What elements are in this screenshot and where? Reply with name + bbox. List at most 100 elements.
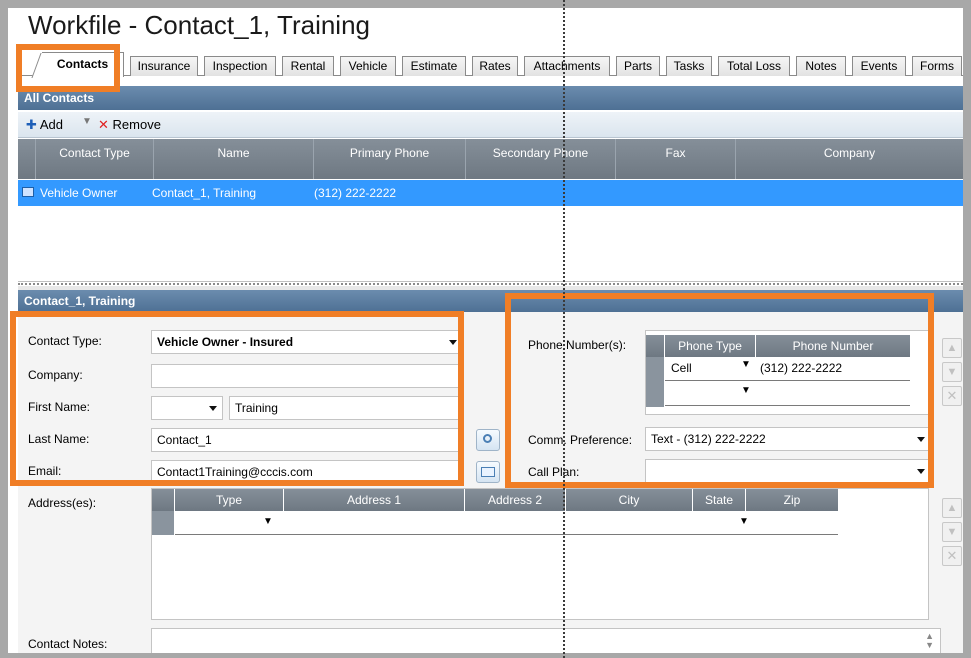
company-input[interactable] — [151, 364, 463, 388]
tab-events[interactable]: Events — [852, 56, 906, 76]
row-selector-header — [18, 139, 36, 179]
delete-icon[interactable]: ✕ — [942, 386, 962, 406]
company-label: Company: — [28, 368, 83, 382]
first-name-input[interactable]: Training — [229, 396, 463, 420]
move-down-icon[interactable]: ▼ — [942, 522, 962, 542]
vertical-guide-line — [563, 0, 565, 658]
comm-preference-select[interactable]: Text - (312) 222-2222 — [645, 427, 931, 451]
move-up-icon[interactable]: ▲ — [942, 338, 962, 358]
col-contact-type[interactable]: Contact Type — [36, 139, 154, 179]
col-address-type[interactable]: Type — [175, 489, 283, 511]
col-zip[interactable]: Zip — [746, 489, 838, 511]
state-dropdown-icon[interactable]: ▼ — [739, 516, 749, 527]
phone-numbers-label: Phone Number(s): — [528, 338, 627, 352]
tab-total-loss[interactable]: Total Loss — [718, 56, 790, 76]
address-row[interactable]: ▼ ▼ — [175, 511, 838, 535]
comm-preference-value: Text - (312) 222-2222 — [651, 432, 766, 446]
tab-rental[interactable]: Rental — [282, 56, 334, 76]
phone-grid: Phone Type Phone Number Cell ▼ (312) 222… — [645, 330, 931, 415]
table-row[interactable]: Vehicle Owner Contact_1, Training (312) … — [18, 180, 963, 206]
email-input[interactable]: Contact1Training@cccis.com — [151, 460, 463, 484]
col-address-1[interactable]: Address 1 — [284, 489, 464, 511]
phone-row[interactable]: ▼ — [665, 382, 910, 406]
col-primary-phone[interactable]: Primary Phone — [314, 139, 466, 179]
cell-name: Contact_1, Training — [152, 186, 257, 200]
contacts-grid-header: Contact Type Name Primary Phone Secondar… — [18, 139, 963, 179]
tab-rates[interactable]: Rates — [472, 56, 518, 76]
tab-attachments[interactable]: Attachments — [524, 56, 610, 76]
search-button[interactable] — [476, 429, 500, 451]
phone-type-value: Cell — [671, 361, 692, 375]
address-row-selector-header — [152, 489, 174, 511]
tab-bar: Contacts Insurance Inspection Rental Veh… — [18, 52, 963, 77]
contact-type-select[interactable]: Vehicle Owner - Insured — [151, 330, 463, 354]
first-name-label: First Name: — [28, 400, 91, 414]
col-address-2[interactable]: Address 2 — [465, 489, 565, 511]
col-name[interactable]: Name — [154, 139, 314, 179]
add-icon: ✚ — [26, 117, 37, 132]
call-plan-label: Call Plan: — [528, 465, 580, 479]
col-secondary-phone[interactable]: Secondary Phone — [466, 139, 616, 179]
tab-inspection[interactable]: Inspection — [204, 56, 276, 76]
contact-card-icon — [22, 187, 34, 197]
phone-type-dropdown-icon[interactable]: ▼ — [741, 359, 751, 370]
move-up-icon[interactable]: ▲ — [942, 498, 962, 518]
contact-detail-form: Contact Type: Vehicle Owner - Insured Co… — [18, 312, 963, 653]
tab-vehicle[interactable]: Vehicle — [340, 56, 396, 76]
chevron-down-icon — [209, 406, 217, 411]
tab-contacts-label: Contacts — [56, 57, 109, 71]
address-type-dropdown-icon[interactable]: ▼ — [263, 516, 273, 527]
all-contacts-header: All Contacts — [18, 86, 963, 110]
chevron-down-icon — [917, 469, 925, 474]
col-fax[interactable]: Fax — [616, 139, 736, 179]
tab-contacts[interactable]: Contacts — [42, 52, 124, 77]
delete-icon[interactable]: ✕ — [942, 546, 962, 566]
add-button[interactable]: ✚ Add — [26, 117, 63, 133]
col-phone-type[interactable]: Phone Type — [665, 335, 755, 357]
phone-row[interactable]: Cell ▼ (312) 222-2222 — [665, 357, 910, 381]
chevron-down-icon — [917, 437, 925, 442]
address-grid: Type Address 1 Address 2 City State Zip … — [151, 488, 929, 620]
comm-preference-label: Comm. Preference: — [528, 433, 633, 447]
contact-notes-label: Contact Notes: — [28, 637, 108, 651]
tab-forms[interactable]: Forms — [912, 56, 962, 76]
tab-notes[interactable]: Notes — [796, 56, 846, 76]
email-label: Email: — [28, 464, 62, 478]
col-city[interactable]: City — [566, 489, 692, 511]
tab-parts[interactable]: Parts — [616, 56, 660, 76]
splitter-guide — [18, 283, 963, 285]
col-state[interactable]: State — [693, 489, 745, 511]
remove-label: Remove — [112, 117, 161, 132]
tab-insurance[interactable]: Insurance — [130, 56, 198, 76]
phone-row-selector-header — [646, 335, 664, 357]
name-prefix-select[interactable] — [151, 396, 223, 420]
phone-type-dropdown-icon[interactable]: ▼ — [741, 385, 751, 396]
addresses-label: Address(es): — [28, 496, 97, 510]
contacts-grid-body — [18, 206, 963, 282]
tab-tasks[interactable]: Tasks — [666, 56, 712, 76]
search-icon — [483, 434, 492, 443]
move-down-icon[interactable]: ▼ — [942, 362, 962, 382]
tab-estimate[interactable]: Estimate — [402, 56, 466, 76]
notes-spinner-icon[interactable]: ▲ ▼ — [925, 632, 934, 650]
contact-detail-header: Contact_1, Training — [18, 290, 963, 312]
add-dropdown-icon[interactable]: ▼ — [82, 116, 92, 127]
last-name-input[interactable]: Contact_1 — [151, 428, 463, 452]
col-company[interactable]: Company — [736, 139, 963, 179]
contact-type-label: Contact Type: — [28, 334, 102, 348]
phone-row-selectors — [646, 357, 664, 407]
contacts-toolbar: ✚ Add ▼ ✕ Remove — [18, 112, 963, 138]
cell-contact-type: Vehicle Owner — [40, 186, 118, 200]
address-row-selector — [152, 511, 174, 535]
send-email-button[interactable] — [476, 461, 500, 483]
col-phone-number[interactable]: Phone Number — [756, 335, 910, 357]
cell-primary-phone: (312) 222-2222 — [314, 186, 397, 200]
chevron-down-icon — [449, 340, 457, 345]
contact-type-value: Vehicle Owner - Insured — [157, 335, 294, 349]
call-plan-select[interactable] — [645, 459, 931, 483]
remove-button[interactable]: ✕ Remove — [98, 117, 161, 133]
window-title: Workfile - Contact_1, Training — [28, 10, 370, 40]
contact-notes-input[interactable]: ▲ ▼ — [151, 628, 941, 653]
workfile-window: Workfile - Contact_1, Training Contacts … — [8, 8, 963, 653]
email-icon — [481, 467, 495, 477]
